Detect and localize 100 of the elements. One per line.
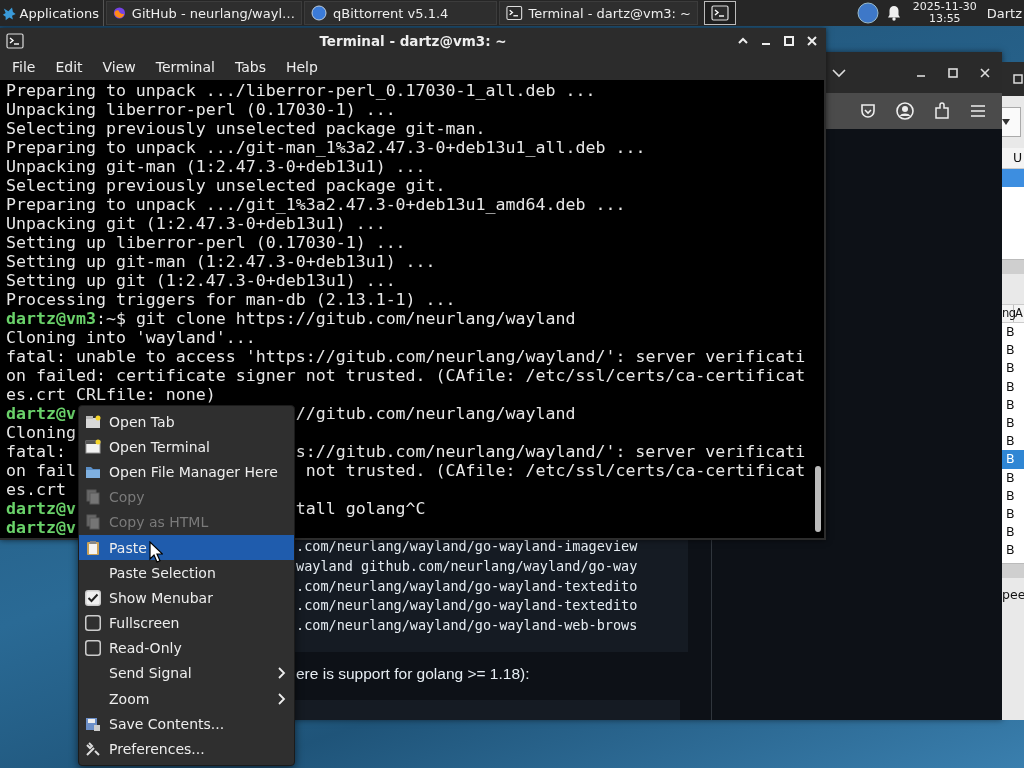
clipboard-icon — [85, 539, 101, 556]
scrollbar[interactable] — [1002, 563, 1024, 579]
terminal-line-fragment: dartz@v — [6, 518, 76, 537]
menu-item[interactable]: Open Terminal — [79, 434, 294, 460]
menu-item[interactable]: Preferences... — [79, 736, 294, 762]
terminal-icon[interactable] — [6, 33, 24, 50]
column-header[interactable]: A — [1014, 305, 1023, 322]
menu-item[interactable]: Fullscreen — [79, 610, 294, 636]
menu-bar-item[interactable]: Tabs — [224, 56, 276, 79]
column-header[interactable]: ng — [1002, 305, 1014, 322]
scrollbar[interactable] — [1002, 259, 1024, 274]
terminal-line: Preparing to unpack .../git_1%3a2.47.3-0+deb13u1_amd64.deb ... — [6, 195, 627, 214]
checkbox[interactable] — [85, 615, 101, 632]
tab-icon — [85, 413, 101, 430]
user-name[interactable]: Dartz — [986, 5, 1022, 21]
scrollbar-thumb[interactable] — [815, 466, 821, 532]
taskbar-window-button[interactable]: GitHub - neurlang/wayl… — [106, 1, 302, 25]
column-header[interactable]: U — [1002, 148, 1024, 169]
clock-text[interactable]: 2025-11-30 13:55 — [912, 1, 977, 25]
peer-row[interactable]: B — [1002, 523, 1024, 542]
peer-row[interactable]: B — [1002, 504, 1024, 524]
chevron-right-icon — [278, 692, 286, 705]
mouse-pointer-icon — [149, 541, 163, 563]
peer-row[interactable]: B — [1002, 413, 1024, 433]
close-icon[interactable] — [806, 35, 818, 48]
terminal-launcher-button[interactable] — [704, 1, 736, 25]
terminal-line-fragment: Cloning — [6, 423, 76, 442]
terminal-line: Selecting previously unselected package git-man. — [6, 119, 487, 138]
menu-item[interactable]: Save Contents... — [79, 711, 294, 737]
terminal-line: Unpacking liberror-perl (0.17030-1) ... — [6, 100, 397, 119]
close-icon[interactable] — [980, 67, 990, 78]
peer-row[interactable]: B — [1002, 359, 1024, 378]
terminal-line: Unpacking git-man (1:2.47.3-0+deb13u1) ... — [6, 157, 427, 176]
menu-icon[interactable] — [970, 104, 986, 119]
terminal-icon — [506, 5, 523, 21]
terminal-line: Preparing to unpack .../git-man_1%3a2.47.3-0+deb13u1_all.deb ... — [6, 138, 647, 157]
taskbar-window-button[interactable]: Terminal - dartz@vm3: ~ — [499, 1, 698, 25]
peer-row[interactable]: B — [1002, 432, 1024, 451]
checkbox[interactable] — [85, 589, 101, 606]
menu-item[interactable]: Show Menubar — [79, 585, 294, 611]
menu-bar-item[interactable]: Edit — [45, 56, 93, 79]
menu-item[interactable]: Paste Selection — [79, 560, 294, 586]
code-line: .com/neurlang/wayland/go-wayland-imageview — [296, 537, 639, 556]
copy-icon — [85, 489, 101, 506]
maximize-icon[interactable] — [783, 35, 795, 48]
code-line: .com/neurlang/wayland/go-wayland-web-brows — [296, 616, 639, 636]
terminal-line-fragment: tall golang^C — [295, 499, 426, 518]
terminal-icon — [711, 5, 729, 21]
terminal-line: fatal: unable to access 'https://gitub.com/neurlang/wayland/': server verificati — [6, 347, 806, 366]
terminal-line: Setting up git (1:2.47.3-0+deb13u1) ... — [6, 271, 397, 290]
peer-row[interactable]: B — [1002, 341, 1024, 360]
menu-item[interactable]: Paste — [79, 534, 294, 561]
terminal-line-fragment: on fail — [6, 461, 76, 480]
copy-icon — [85, 514, 101, 531]
menu-bar-item[interactable]: Help — [275, 56, 328, 79]
dropdown-field[interactable] — [1002, 107, 1021, 137]
maximize-icon[interactable] — [948, 67, 958, 78]
terminal-line-fragment: dartz@v — [6, 404, 76, 423]
peer-row[interactable]: B — [1002, 323, 1024, 342]
applications-menu-button[interactable]: Applications — [0, 0, 104, 26]
terminal-line: Setting up liberror-perl (0.17030-1) ... — [6, 233, 407, 252]
menu-item[interactable]: Open File Manager Here — [79, 459, 294, 485]
terminal-line-fragment: not trusted. (CAfile: /etc/ssl/certs/ca-certificat — [304, 461, 806, 480]
menu-bar-item[interactable]: View — [92, 56, 146, 79]
checkbox[interactable] — [85, 640, 101, 657]
menu-item[interactable]: Zoom — [79, 686, 294, 712]
peer-row[interactable]: B — [1002, 377, 1024, 396]
terminal-line: es.crt CRLfile: none) — [6, 385, 217, 404]
chevron-down-icon[interactable] — [832, 67, 846, 78]
caret-down-icon — [1002, 119, 1010, 125]
terminal-icon — [85, 438, 101, 455]
taskbar-window-button[interactable]: qBittorrent v5.1.4 — [304, 1, 497, 25]
terminal-line: Unpacking git (1:2.47.3-0+deb13u1) ... — [6, 214, 387, 233]
menu-item[interactable]: Read-Only — [79, 635, 294, 661]
tray-app-icon[interactable] — [856, 2, 879, 24]
terminal-line-fragment: es.crt — [6, 480, 67, 499]
terminal-line: Setting up git-man (1:2.47.3-0+deb13u1) ... — [6, 252, 437, 271]
account-icon[interactable] — [896, 102, 914, 121]
paragraph-text: ere is support for golang >= 1.18): — [296, 665, 531, 683]
terminal-line: Selecting previously unselected package git. — [6, 176, 447, 195]
menu-bar-item[interactable]: Terminal — [145, 56, 225, 79]
peer-row[interactable]: B — [1002, 395, 1024, 414]
bell-icon[interactable] — [886, 5, 901, 21]
app-icon — [311, 5, 327, 21]
peer-row[interactable]: B — [1002, 450, 1024, 469]
menu-bar-item[interactable]: File — [2, 56, 46, 79]
pocket-icon[interactable] — [860, 103, 876, 120]
code-line: wayland github.com/neurlang/wayland/go-way — [296, 556, 639, 576]
peer-row[interactable]: B — [1002, 541, 1024, 560]
peer-row[interactable]: B — [1002, 468, 1024, 487]
maximize-icon[interactable] — [1013, 74, 1023, 84]
menu-item[interactable]: Send Signal — [79, 660, 294, 687]
menu-item[interactable]: Open Tab — [79, 409, 294, 435]
code-line: .com/neurlang/wayland/go-wayland-textedito — [296, 596, 639, 616]
terminal-line-fragment: s://gitub.com/neurlang/wayland/': server verificati — [295, 442, 806, 461]
peer-row[interactable]: B — [1002, 486, 1024, 505]
code-line: .com/neurlang/wayland/go-wayland-textedito — [296, 576, 639, 596]
browser-icon — [113, 5, 126, 21]
terminal-line-fragment: dartz@v — [6, 499, 76, 518]
terminal-command-line: dartz@vm3:~$ git clone https://gitub.com/neurlang/wayland — [6, 309, 577, 328]
